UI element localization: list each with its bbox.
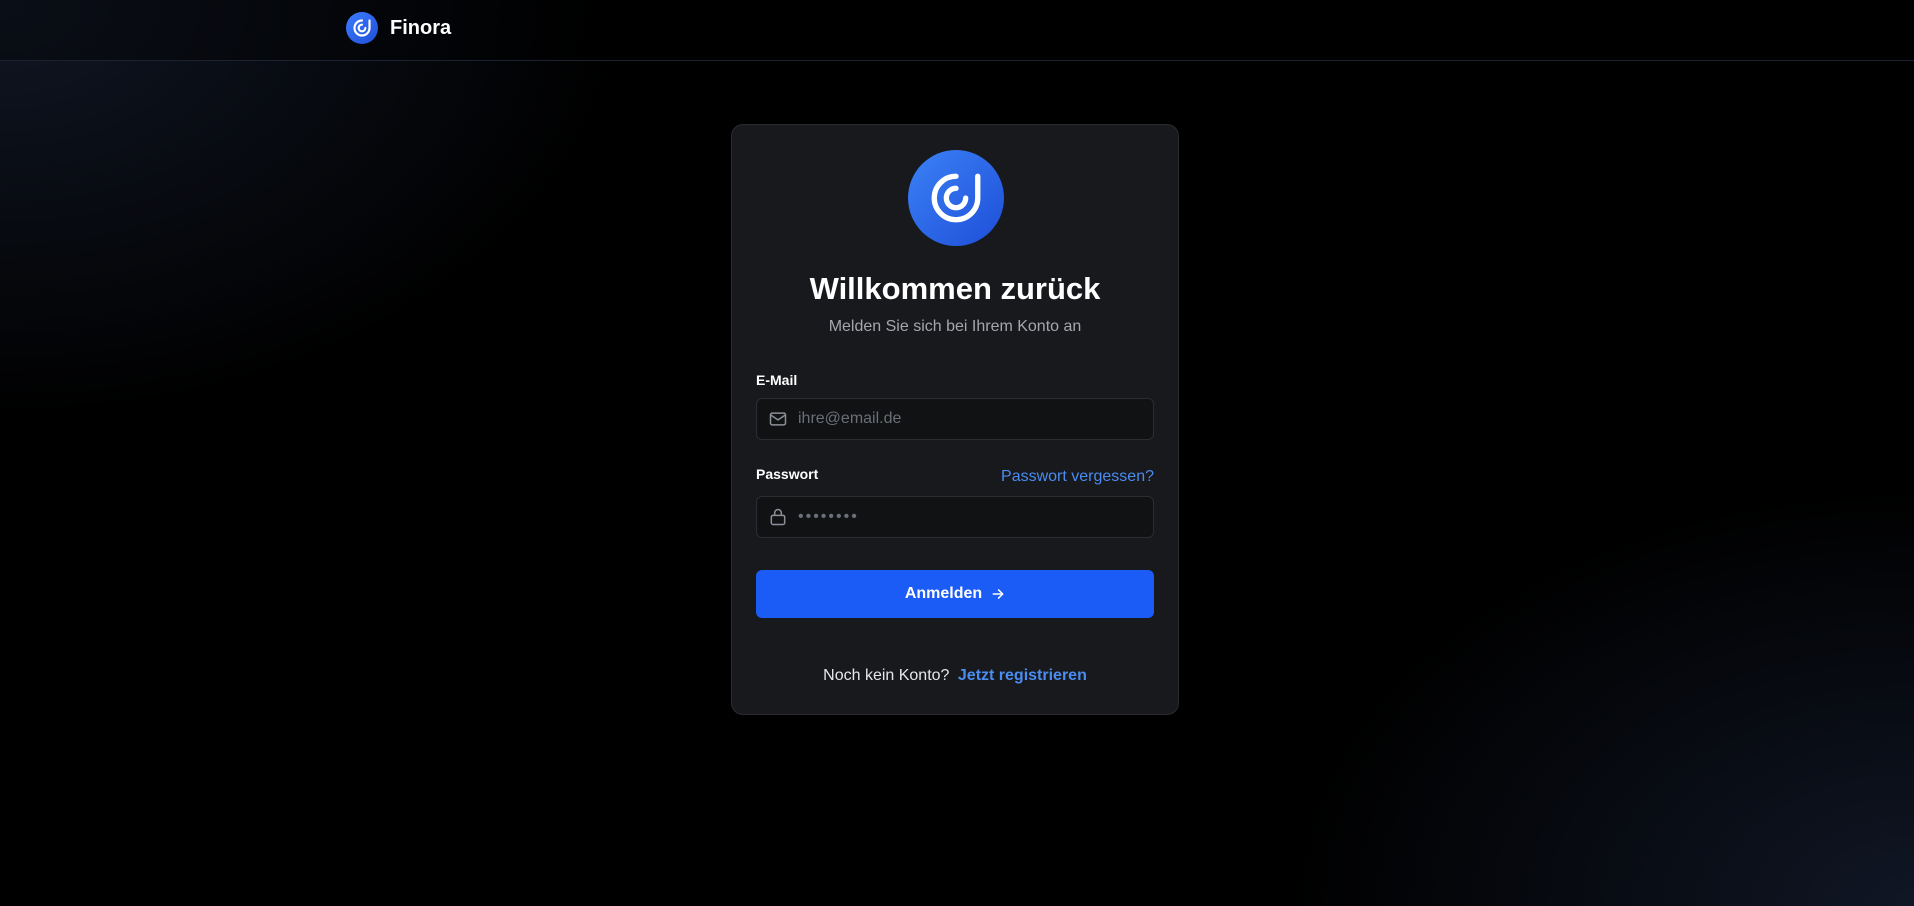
lock-icon [768, 507, 788, 527]
brand-name: Finora [390, 16, 452, 39]
mail-icon [768, 409, 788, 429]
no-account-text: Noch kein Konto? [823, 667, 950, 684]
login-card: Willkommen zurück Melden Sie sich bei Ih… [731, 124, 1179, 715]
forgot-password-link[interactable]: Passwort vergessen? [1001, 468, 1154, 486]
email-field-wrapper [756, 398, 1154, 440]
page-subtitle: Melden Sie sich bei Ihrem Konto an [828, 318, 1082, 335]
password-field-wrapper [756, 496, 1154, 538]
arrow-right-icon [991, 587, 1005, 601]
register-link[interactable]: Jetzt registrieren [958, 667, 1087, 684]
brand-home-link[interactable]: Finora [346, 12, 451, 44]
email-input[interactable] [798, 399, 1153, 439]
top-navigation-bar: Finora [0, 0, 1914, 61]
login-submit-button[interactable]: Anmelden [756, 570, 1154, 618]
password-label: Passwort [756, 466, 819, 482]
email-label: E-Mail [756, 372, 798, 388]
login-submit-label: Anmelden [904, 585, 983, 602]
page-title: Willkommen zurück [809, 271, 1101, 306]
finora-logo-icon [908, 150, 1004, 246]
register-prompt: Noch kein Konto? Jetzt registrieren [732, 667, 1178, 685]
password-input[interactable] [798, 497, 1153, 537]
finora-logo-icon [346, 12, 378, 44]
